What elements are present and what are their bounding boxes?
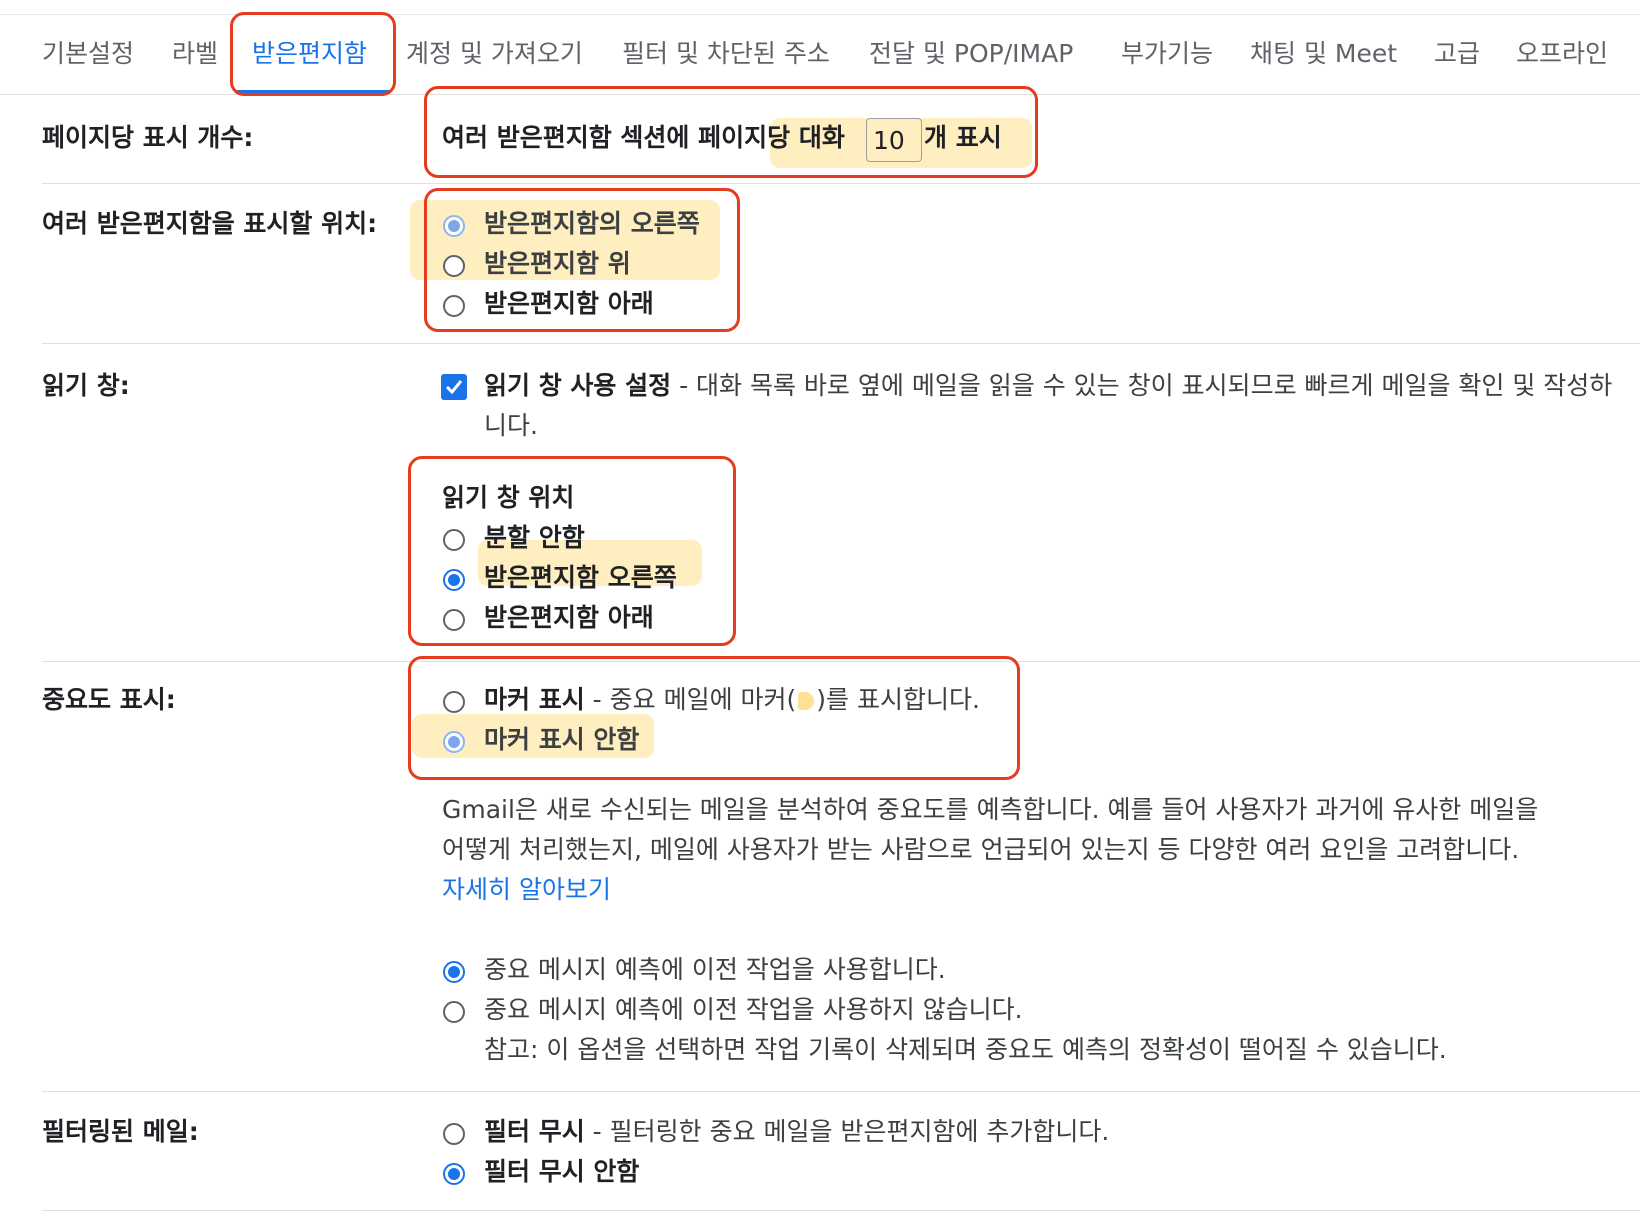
override-filters-title: 필터 무시 [484,1117,585,1146]
tab-labels[interactable]: 라벨 [172,32,218,76]
tab-filters[interactable]: 필터 및 차단된 주소 [622,32,830,76]
learn-more-link[interactable]: 자세히 알아보기 [442,870,611,910]
page-size-label: 페이지당 표시 개수: [42,123,254,152]
divider [42,343,1640,344]
tab-general[interactable]: 기본설정 [42,32,134,76]
tab-advanced[interactable]: 고급 [1434,32,1480,76]
annotation-box [230,12,396,96]
tab-forwarding[interactable]: 전달 및 POP/IMAP [869,32,1073,76]
multi-inbox-position-label: 여러 받은편지함을 표시할 위치: [42,209,378,238]
reading-pane-enable: 읽기 창 사용 설정 - 대화 목록 바로 옆에 메일을 읽을 수 있는 창이 … [484,366,1612,406]
tab-offline[interactable]: 오프라인 [1516,32,1608,76]
past-actions-note: 참고: 이 옵션을 선택하면 작업 기록이 삭제되며 중요도 예측의 정확성이 … [484,1035,1447,1064]
option-use-past-actions: 중요 메시지 예측에 이전 작업을 사용합니다. [484,955,946,984]
override-filters-desc: - 필터링한 중요 메일을 받은편지함에 추가합니다. [584,1117,1110,1146]
reading-pane-label: 읽기 창: [42,371,130,400]
override-filters-option: 필터 무시 - 필터링한 중요 메일을 받은편지함에 추가합니다. [484,1112,1109,1152]
radio-override-filters[interactable] [443,1123,465,1145]
importance-label: 중요도 표시: [42,685,176,714]
annotation-box [424,86,1038,178]
annotation-box [424,188,740,332]
reading-pane-checkbox[interactable] [441,374,467,400]
divider [42,1091,1640,1092]
importance-info-line2: 어떻게 처리했는지, 메일에 사용자가 받는 사람으로 언급되어 있는지 등 다… [442,835,1520,864]
check-icon [445,380,463,395]
annotation-box [408,456,736,646]
radio-use-past-actions[interactable] [443,961,465,983]
filtered-mail-label: 필터링된 메일: [42,1117,199,1146]
tab-accounts[interactable]: 계정 및 가져오기 [406,32,583,76]
reading-pane-enable-title: 읽기 창 사용 설정 [484,371,672,400]
option-dont-override-filters: 필터 무시 안함 [484,1157,640,1186]
reading-pane-enable-desc-cont: 니다. [484,411,538,440]
radio-dont-override-filters[interactable] [443,1163,465,1185]
tab-chat-meet[interactable]: 채팅 및 Meet [1250,32,1397,76]
radio-no-past-actions[interactable] [443,1001,465,1023]
reading-pane-enable-desc: - 대화 목록 바로 옆에 메일을 읽을 수 있는 창이 표시되므로 빠르게 메… [671,371,1613,400]
option-no-past-actions: 중요 메시지 예측에 이전 작업을 사용하지 않습니다. [484,995,1023,1024]
annotation-box [408,656,1020,780]
divider [42,183,1640,184]
divider [42,1210,1640,1211]
tab-addons[interactable]: 부가기능 [1121,32,1213,76]
importance-info-line1: Gmail은 새로 수신되는 메일을 분석하여 중요도를 예측합니다. 예를 들… [442,795,1539,824]
